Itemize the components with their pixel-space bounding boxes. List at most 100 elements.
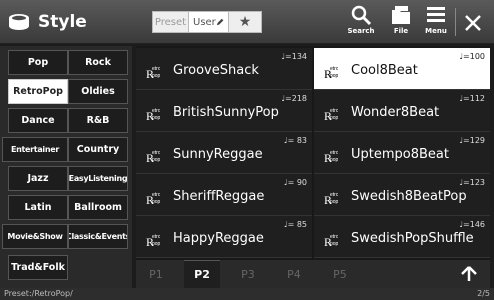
retro-pop-icon-text: pop	[152, 241, 160, 247]
user-tab[interactable]: User	[189, 12, 229, 32]
tab-p3[interactable]: P3	[230, 260, 266, 288]
preset-tab-label: Preset	[154, 16, 187, 28]
category-label: RetroPop	[13, 86, 63, 97]
retro-pop-icon: Retropop	[324, 108, 338, 122]
style-item[interactable]: Retro pop Uptempo8Beat ♩=129	[314, 132, 490, 174]
menu-button[interactable]: Menu	[420, 4, 452, 42]
category-movieshow[interactable]: Movie&Show	[2, 224, 68, 249]
category-entertainer[interactable]: Entertainer	[2, 137, 68, 162]
category-classicevents[interactable]: Classic&Events	[68, 224, 128, 249]
tab-label: P5	[333, 267, 347, 281]
tab-label: P1	[149, 267, 163, 281]
style-name: Wonder8Beat	[351, 105, 440, 120]
category-ballroom[interactable]: Ballroom	[68, 195, 128, 220]
tab-p4[interactable]: P4	[276, 260, 312, 288]
menu-icon	[427, 7, 445, 22]
tab-p2[interactable]: P2	[184, 260, 220, 288]
retro-pop-icon-text: pop	[330, 115, 338, 121]
style-item[interactable]: Retro pop SunnyReggae ♩= 83	[136, 132, 312, 174]
category-panel: Pop Rock RetroPop Oldies Dance R&B Enter…	[0, 46, 132, 288]
category-label: Trad&Folk	[11, 262, 65, 273]
music-style-icon	[9, 14, 29, 30]
retro-pop-icon: Retropop	[324, 150, 338, 164]
style-item[interactable]: Retro pop BritishSunnyPop ♩=218	[136, 90, 312, 132]
tab-p5[interactable]: P5	[322, 260, 358, 288]
style-item[interactable]: Retro pop SheriffReggae ♩= 90	[136, 174, 312, 216]
retro-pop-icon-text: pop	[152, 115, 160, 121]
style-name: SheriffReggae	[173, 189, 265, 204]
category-label: Classic&Events	[68, 232, 128, 241]
category-label: Entertainer	[10, 145, 60, 154]
retro-pop-icon-text: etro	[330, 192, 338, 198]
page-tabs: P1 P2 P3 P4 P5	[136, 260, 490, 288]
style-name: Swedish8BeatPop	[351, 189, 467, 204]
retro-pop-icon-text: pop	[152, 199, 160, 205]
status-bar: Preset:/RetroPop/ 2/5	[0, 288, 494, 300]
file-button-label: File	[393, 27, 409, 35]
category-easylistening[interactable]: EasyListening	[68, 166, 128, 191]
user-tab-label: User	[193, 16, 216, 28]
style-list: Retro pop GrooveShack ♩=134 Retro pop Cool…	[136, 46, 490, 260]
style-name: SwedishPopShuffle	[351, 231, 474, 246]
category-label: Movie&Show	[7, 232, 63, 241]
category-label: Ballroom	[74, 202, 122, 213]
tab-label: P4	[287, 267, 301, 281]
retro-pop-icon: Retropop	[324, 192, 338, 206]
style-item[interactable]: Retro pop GrooveShack ♩=134	[136, 48, 312, 90]
category-jazz[interactable]: Jazz	[8, 166, 68, 191]
category-label: Latin	[24, 202, 52, 213]
retro-pop-icon-text: etro	[330, 150, 338, 156]
style-name: Uptempo8Beat	[351, 147, 449, 162]
file-button[interactable]: File	[385, 4, 417, 42]
favorite-tab[interactable]: ★	[229, 12, 261, 32]
retro-pop-icon-text: pop	[330, 199, 338, 205]
category-rock[interactable]: Rock	[68, 50, 128, 75]
style-tempo: ♩=123	[459, 178, 485, 187]
style-item[interactable]: Retro pop Swedish8BeatPop ♩=123	[314, 174, 490, 216]
category-rnb[interactable]: R&B	[68, 108, 128, 133]
category-label: Pop	[27, 57, 49, 68]
category-pop[interactable]: Pop	[8, 50, 68, 75]
style-tempo: ♩=146	[459, 220, 485, 229]
header-divider	[455, 8, 456, 36]
category-label: Rock	[85, 57, 111, 68]
retro-pop-icon-text: etro	[330, 66, 338, 72]
category-country[interactable]: Country	[68, 137, 128, 162]
style-tempo: ♩= 90	[283, 178, 307, 187]
category-label: Oldies	[81, 86, 115, 97]
category-label: EasyListening	[68, 174, 128, 183]
retro-pop-icon-text: etro	[330, 108, 338, 114]
retro-pop-icon-text: etro	[330, 234, 338, 240]
search-icon	[351, 5, 372, 26]
close-button[interactable]	[458, 8, 488, 38]
retro-pop-icon: Retropop	[146, 108, 160, 122]
category-tradfolk[interactable]: Trad&Folk	[8, 255, 68, 280]
title-area: Style	[8, 10, 87, 34]
search-button[interactable]: Search	[345, 4, 377, 42]
style-name: BritishSunnyPop	[173, 105, 279, 120]
up-arrow-icon	[461, 266, 477, 281]
retro-pop-icon: Retropop	[146, 150, 160, 164]
style-item[interactable]: Retro pop Wonder8Beat ♩=112	[314, 90, 490, 132]
style-tempo: ♩=129	[459, 136, 485, 145]
status-page-indicator: 2/5	[477, 289, 490, 298]
category-oldies[interactable]: Oldies	[68, 79, 128, 104]
retro-pop-icon-text: etro	[152, 108, 160, 114]
tab-p1[interactable]: P1	[138, 260, 174, 288]
preset-tab[interactable]: Preset	[153, 12, 189, 32]
file-icon	[392, 6, 410, 24]
retro-pop-icon: Retropop	[146, 66, 160, 80]
style-item-selected[interactable]: Retro pop Cool8Beat ♩=100	[314, 48, 490, 90]
category-dance[interactable]: Dance	[8, 108, 68, 133]
retro-pop-icon: Retropop	[146, 192, 160, 206]
category-retropop[interactable]: RetroPop	[8, 79, 68, 104]
category-label: Jazz	[27, 173, 49, 184]
style-item[interactable]: Retro pop HappyReggae ♩= 85	[136, 216, 312, 258]
category-label: Country	[76, 144, 120, 155]
style-item[interactable]: Retro pop SwedishPopShuffle ♩=146	[314, 216, 490, 258]
retro-pop-icon-text: pop	[152, 157, 160, 163]
retro-pop-icon: Retropop	[324, 66, 338, 80]
category-latin[interactable]: Latin	[8, 195, 68, 220]
up-button[interactable]	[454, 262, 484, 286]
style-tempo: ♩=134	[281, 52, 307, 61]
